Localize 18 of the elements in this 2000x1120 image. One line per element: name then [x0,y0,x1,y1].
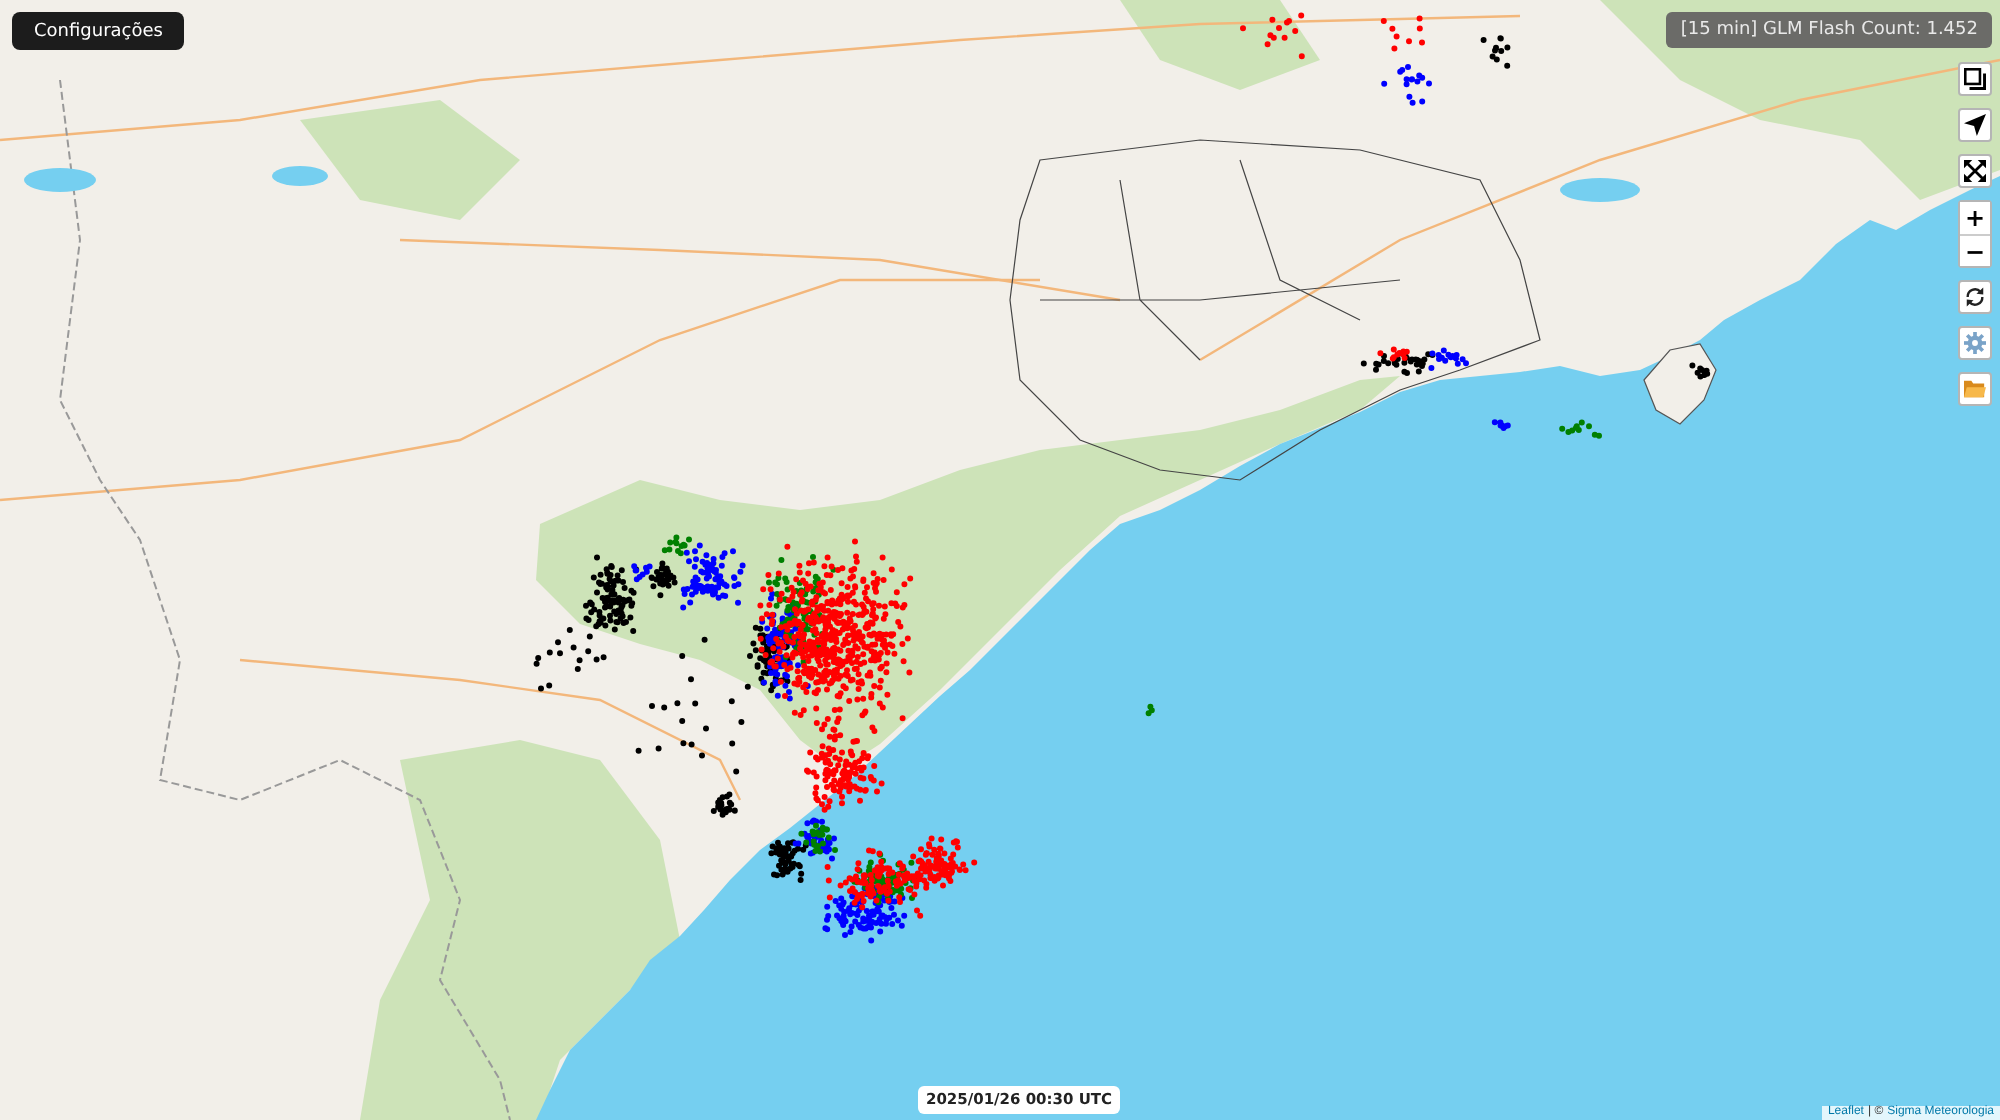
navigation-arrow-icon [1964,114,1986,136]
refresh-icon [1964,286,1986,308]
fullscreen-button[interactable] [1958,154,1992,188]
refresh-button[interactable] [1958,280,1992,314]
lake [24,168,96,192]
layers-button[interactable] [1958,62,1992,96]
folder-button[interactable] [1958,372,1992,406]
lake [1560,178,1640,202]
locate-button[interactable] [1958,108,1992,142]
settings-gear-button[interactable] [1958,326,1992,360]
zoom-out-button[interactable]: − [1960,234,1990,266]
gear-icon [1964,332,1986,354]
layers-icon [1964,68,1986,90]
settings-button[interactable]: Configurações [12,12,185,50]
flash-count-label: [15 min] GLM Flash Count: 1.452 [1666,12,1992,48]
folder-icon [1964,378,1986,400]
lake [272,166,328,186]
expand-arrows-icon [1964,160,1986,182]
